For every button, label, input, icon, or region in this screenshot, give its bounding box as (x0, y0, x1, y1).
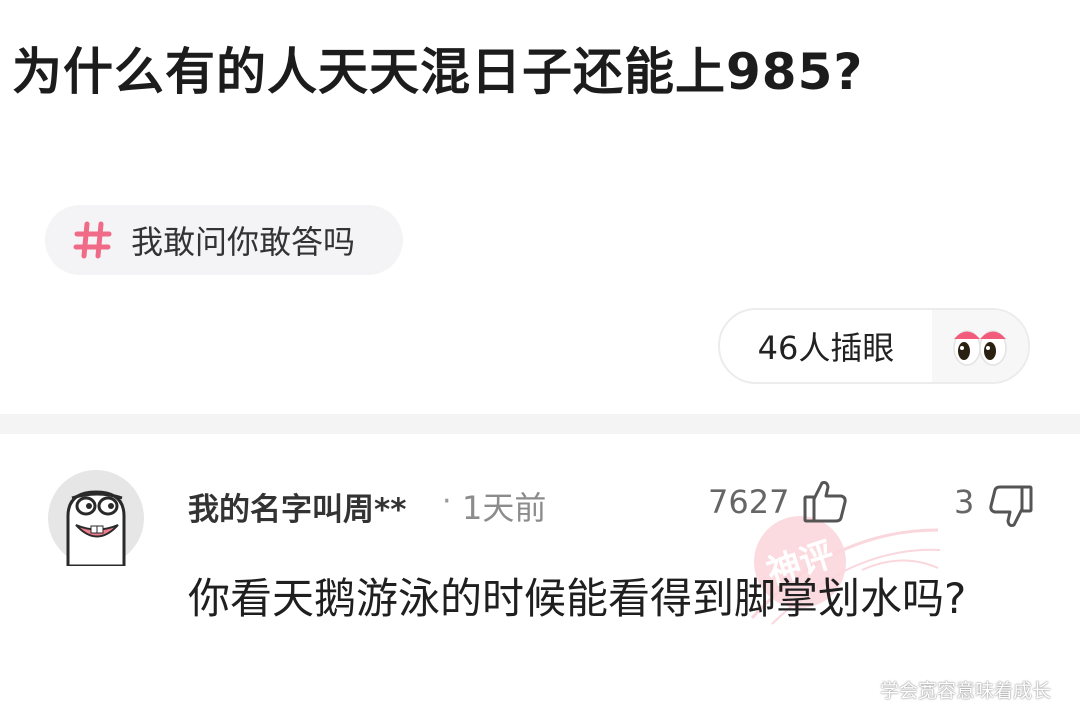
dislike-count: 3 (954, 483, 975, 521)
section-divider (0, 414, 1080, 434)
comment-body: 你看天鹅游泳的时候能看得到脚掌划水吗? (188, 574, 967, 623)
onlooker-eyes-area (932, 310, 1028, 382)
onlooker-button[interactable]: 46人插眼 (718, 308, 1030, 384)
hash-icon (73, 221, 112, 259)
avatar[interactable] (48, 470, 144, 566)
comment-time: 1天前 (462, 489, 547, 527)
comment-username[interactable]: 我的名字叫周** (188, 484, 406, 529)
question-title: 为什么有的人天天混日子还能上985? (12, 43, 864, 101)
like-count: 7627 (708, 483, 790, 521)
topic-chip[interactable]: 我敢问你敢答吗 (45, 205, 403, 275)
meta-separator: · (442, 484, 452, 519)
thumbs-up-icon[interactable] (802, 478, 848, 524)
onlooker-count-label: 46人插眼 (757, 329, 895, 367)
eyes-icon (953, 330, 1007, 366)
answer-page: 为什么有的人天天混日子还能上985? 我敢问你敢答吗 46人插眼 我的名字叫周*… (0, 0, 1080, 712)
topic-label: 我敢问你敢答吗 (131, 223, 356, 261)
thumbs-down-icon[interactable] (988, 484, 1034, 530)
watermark: 学会宽容意味着成长 (880, 680, 1052, 702)
